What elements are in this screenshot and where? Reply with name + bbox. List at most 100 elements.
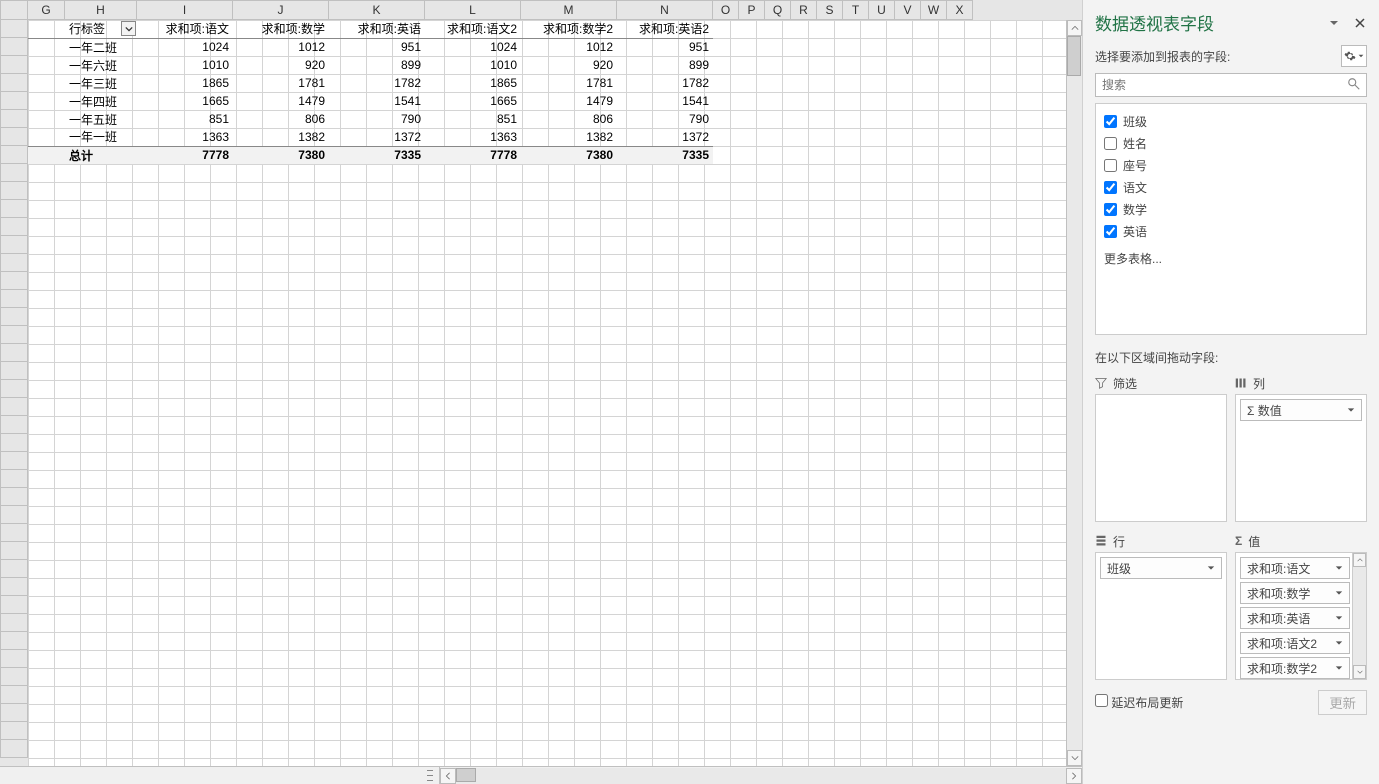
row-header[interactable] [0,614,28,632]
row-header[interactable] [0,560,28,578]
scroll-down-arrow[interactable] [1067,750,1082,766]
value-header[interactable]: 求和项:语文2 [425,20,521,38]
col-header-U[interactable]: U [869,0,895,20]
cell-grid[interactable]: 行标签 求和项:语文 求和项:数学 求和项:英语 求和项:语文2 求和项:数学2… [28,20,1082,766]
col-header-H[interactable]: H [65,0,137,20]
scroll-up-arrow[interactable] [1353,553,1366,567]
row-header[interactable] [0,452,28,470]
select-all-corner[interactable] [0,0,28,20]
col-header-J[interactable]: J [233,0,329,20]
rows-area[interactable]: 行 班级 [1095,530,1227,680]
table-row[interactable]: 一年五班851806790851806790 [28,110,713,128]
row-header[interactable] [0,56,28,74]
row-header[interactable] [0,416,28,434]
values-scrollbar[interactable] [1352,553,1366,679]
row-header[interactable] [0,110,28,128]
scroll-down-arrow[interactable] [1353,665,1366,679]
row-header[interactable] [0,704,28,722]
col-header-V[interactable]: V [895,0,921,20]
col-header-L[interactable]: L [425,0,521,20]
close-icon[interactable] [1353,16,1367,30]
area-field-item[interactable]: Σ 数值 [1240,399,1362,421]
col-header-T[interactable]: T [843,0,869,20]
update-button[interactable]: 更新 [1318,690,1367,715]
row-header[interactable] [0,650,28,668]
field-checkbox[interactable]: 英语 [1104,220,1358,242]
col-header-N[interactable]: N [617,0,713,20]
chevron-down-icon[interactable] [1345,406,1357,414]
scroll-right-arrow[interactable] [1066,768,1082,784]
area-field-item[interactable]: 求和项:语文 [1240,557,1350,579]
field-checkbox[interactable]: 语文 [1104,176,1358,198]
row-header[interactable] [0,344,28,362]
row-header[interactable] [0,434,28,452]
table-row[interactable]: 一年四班166514791541166514791541 [28,92,713,110]
row-header[interactable] [0,596,28,614]
scroll-left-arrow[interactable] [440,768,456,784]
row-labels-dropdown[interactable] [121,21,136,36]
row-header[interactable] [0,272,28,290]
area-field-item[interactable]: 班级 [1100,557,1222,579]
row-header[interactable] [0,686,28,704]
horizontal-scrollbar[interactable] [0,766,1082,784]
row-header[interactable] [0,488,28,506]
scroll-up-arrow[interactable] [1067,20,1082,36]
row-header[interactable] [0,74,28,92]
table-row[interactable]: 一年二班1024101295110241012951 [28,38,713,56]
vertical-scrollbar[interactable] [1066,20,1082,766]
row-header[interactable] [0,308,28,326]
chevron-down-icon[interactable] [1333,639,1345,647]
row-header[interactable] [0,200,28,218]
field-checkbox[interactable]: 班级 [1104,110,1358,132]
row-header[interactable] [0,236,28,254]
row-header[interactable] [0,38,28,56]
defer-layout-checkbox[interactable]: 延迟布局更新 [1095,694,1183,711]
value-header[interactable]: 求和项:数学2 [521,20,617,38]
total-row[interactable]: 总计777873807335777873807335 [28,146,713,164]
table-row[interactable]: 一年六班10109208991010920899 [28,56,713,74]
value-header[interactable]: 求和项:英语2 [617,20,713,38]
value-header[interactable]: 求和项:英语 [329,20,425,38]
area-field-item[interactable]: 求和项:语文2 [1240,632,1350,654]
row-header[interactable] [0,668,28,686]
row-header[interactable] [0,362,28,380]
field-checkbox[interactable]: 姓名 [1104,132,1358,154]
row-header[interactable] [0,542,28,560]
area-field-item[interactable]: 求和项:英语 [1240,607,1350,629]
col-header-Q[interactable]: Q [765,0,791,20]
search-input[interactable] [1095,73,1367,97]
row-header[interactable] [0,578,28,596]
row-header[interactable] [0,128,28,146]
col-header-W[interactable]: W [921,0,947,20]
row-header[interactable] [0,470,28,488]
row-header[interactable] [0,632,28,650]
values-area[interactable]: Σ值 求和项:语文求和项:数学求和项:英语求和项:语文2求和项:数学2 [1235,530,1367,680]
row-labels-header[interactable]: 行标签 [65,20,137,38]
chevron-down-icon[interactable] [1333,564,1345,572]
field-checkbox[interactable]: 数学 [1104,198,1358,220]
scroll-thumb[interactable] [1067,36,1081,76]
row-header[interactable] [0,254,28,272]
col-header-X[interactable]: X [947,0,973,20]
col-header-R[interactable]: R [791,0,817,20]
table-row[interactable]: 一年三班186517811782186517811782 [28,74,713,92]
col-header-G[interactable]: G [28,0,65,20]
panel-menu-icon[interactable] [1327,16,1341,30]
row-header[interactable] [0,740,28,758]
row-header[interactable] [0,506,28,524]
col-header-K[interactable]: K [329,0,425,20]
filters-area[interactable]: 筛选 [1095,372,1227,522]
area-field-item[interactable]: 求和项:数学 [1240,582,1350,604]
row-header[interactable] [0,398,28,416]
row-header[interactable] [0,146,28,164]
value-header[interactable]: 求和项:语文 [137,20,233,38]
chevron-down-icon[interactable] [1333,614,1345,622]
chevron-down-icon[interactable] [1333,664,1345,672]
chevron-down-icon[interactable] [1333,589,1345,597]
row-header[interactable] [0,218,28,236]
chevron-down-icon[interactable] [1205,564,1217,572]
value-header[interactable]: 求和项:数学 [233,20,329,38]
table-row[interactable]: 一年一班136313821372136313821372 [28,128,713,146]
col-header-O[interactable]: O [713,0,739,20]
area-field-item[interactable]: 求和项:数学2 [1240,657,1350,679]
